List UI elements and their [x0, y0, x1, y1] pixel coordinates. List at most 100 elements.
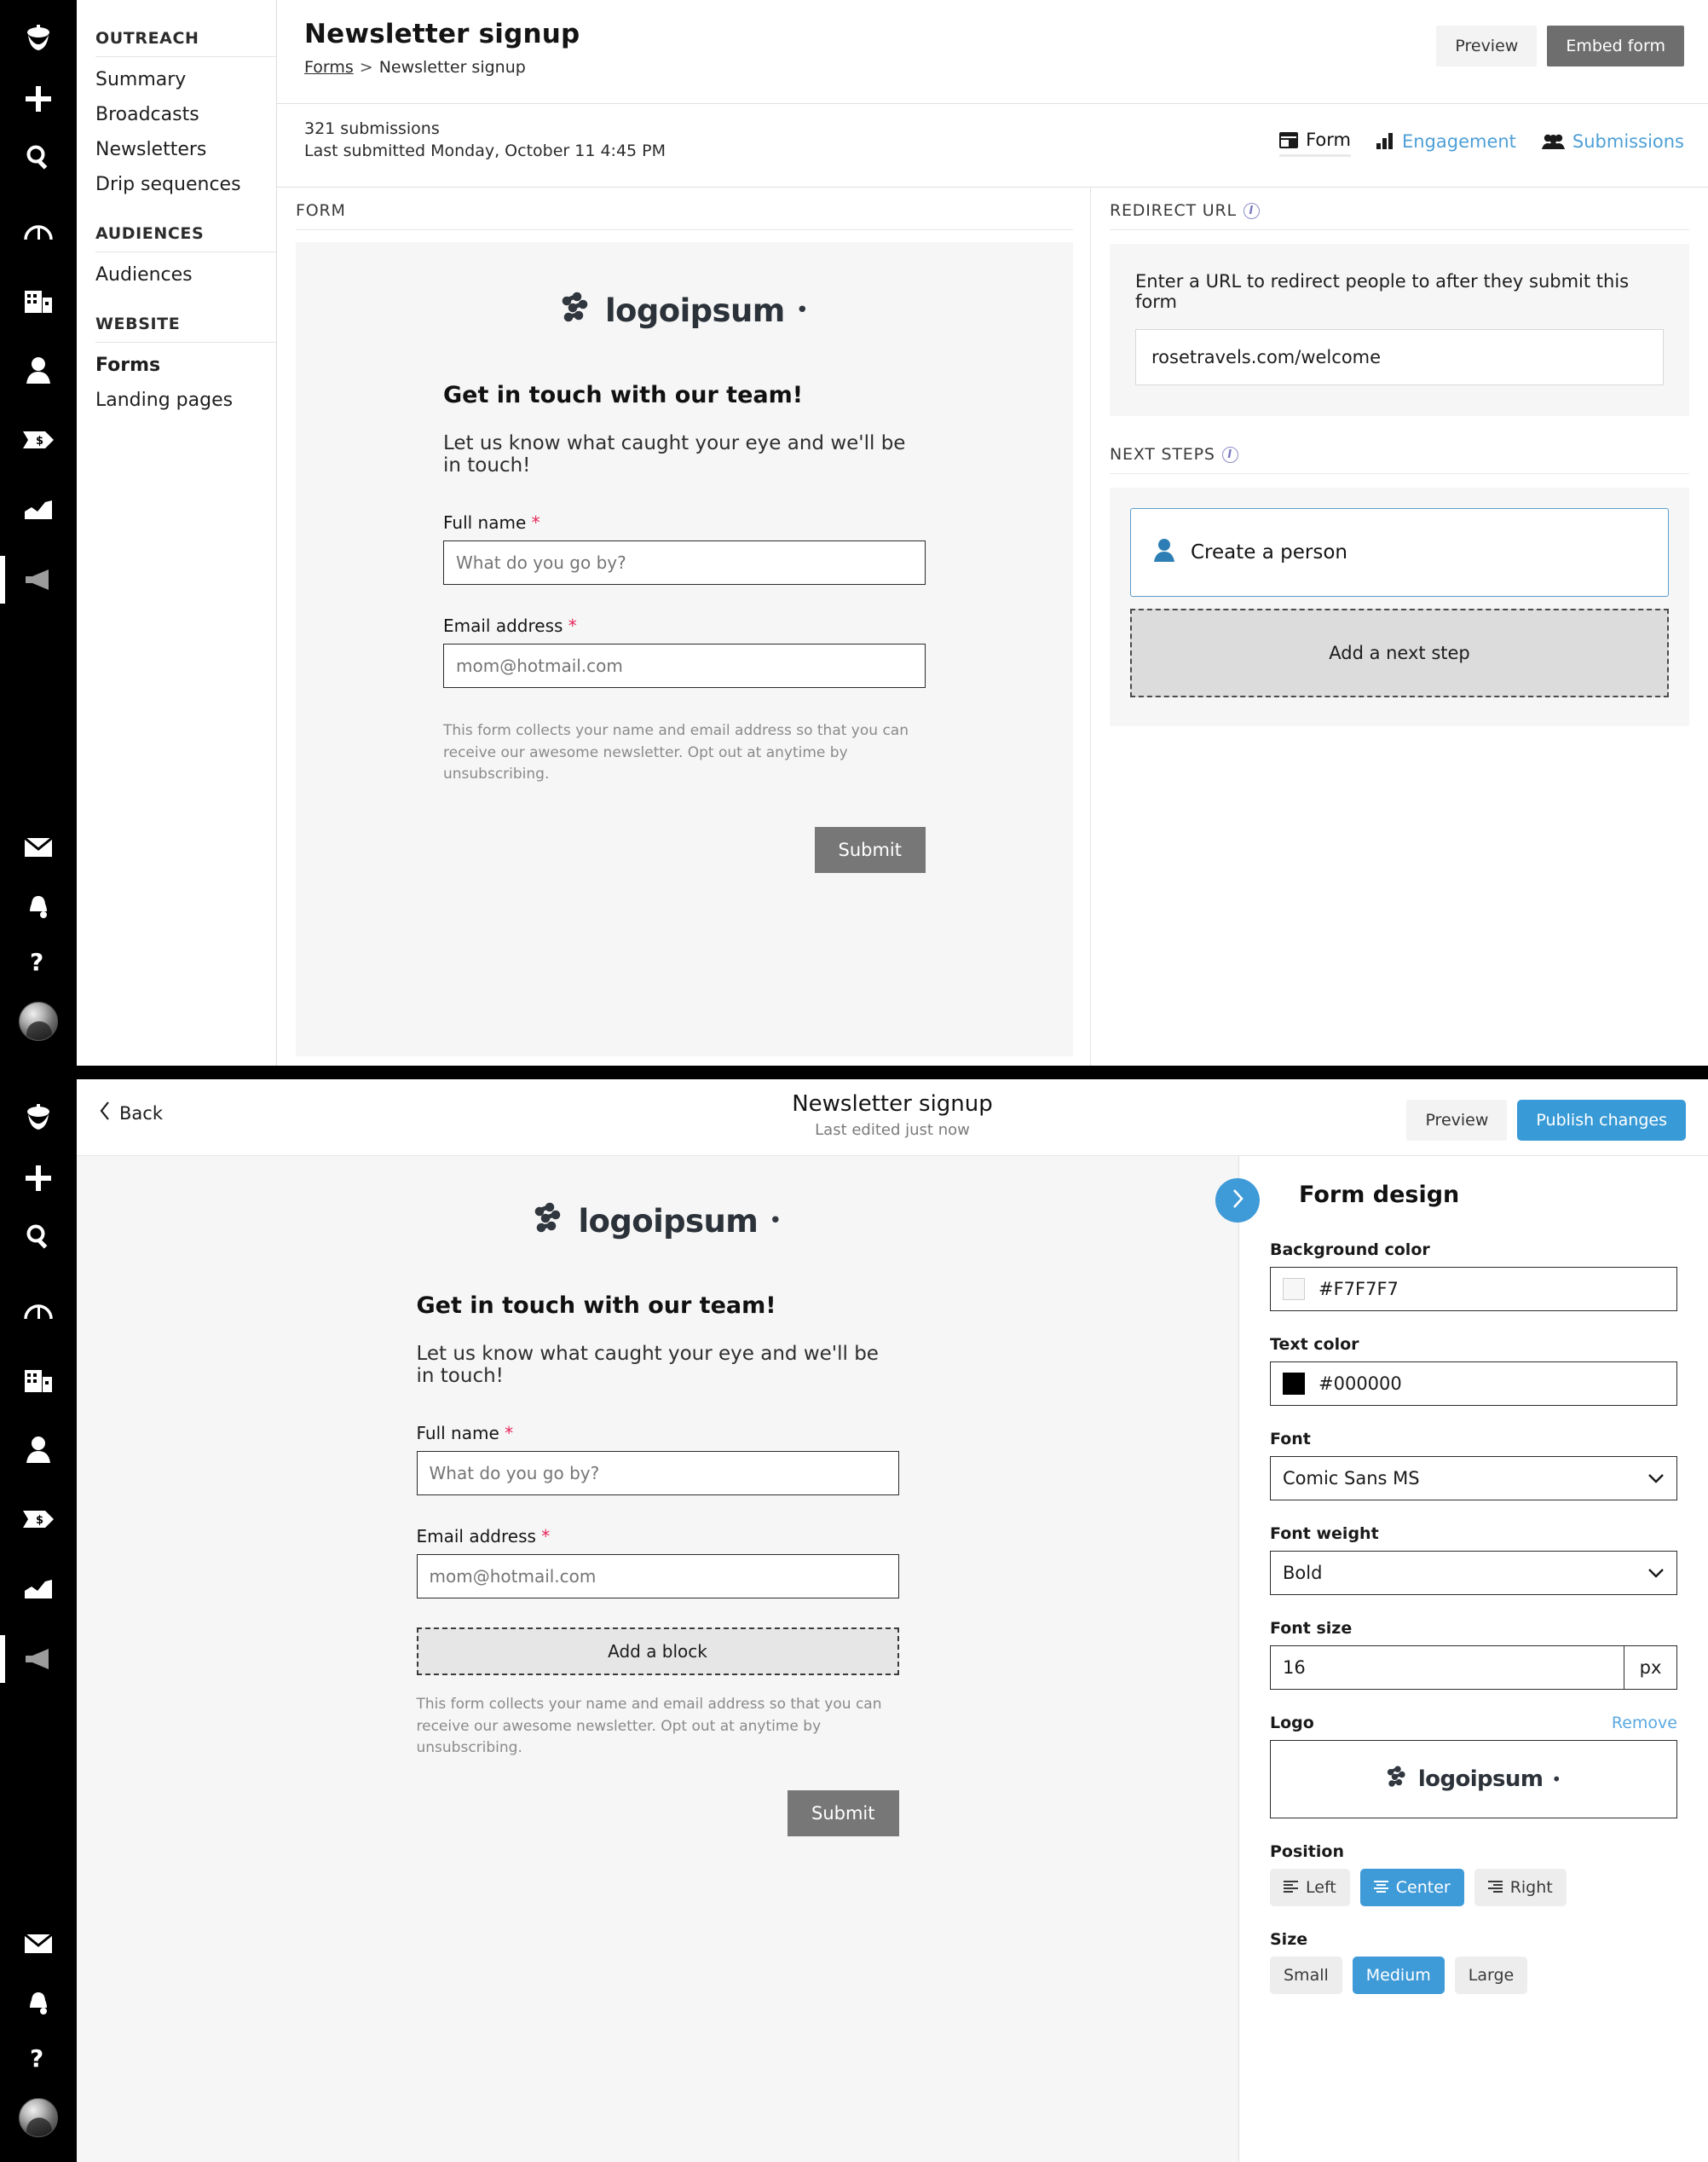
avatar[interactable]	[0, 2089, 77, 2147]
collapse-design-panel-button[interactable]	[1215, 1178, 1260, 1223]
svg-text:?: ?	[30, 2046, 43, 2072]
font-size-field[interactable]: 16 px	[1270, 1645, 1677, 1690]
tab-submissions[interactable]: Submissions	[1541, 131, 1684, 156]
size-large-button[interactable]: Large	[1454, 1957, 1528, 1994]
plus-icon[interactable]	[0, 70, 77, 128]
sidebar-item-summary[interactable]: Summary	[77, 62, 276, 97]
sidebar-item-drip-sequences[interactable]: Drip sequences	[77, 167, 276, 202]
sidebar-item-broadcasts[interactable]: Broadcasts	[77, 97, 276, 132]
logo-preview-box[interactable]: logoipsum •	[1270, 1740, 1677, 1818]
mail-icon[interactable]	[0, 818, 77, 876]
position-right-button[interactable]: Right	[1474, 1869, 1567, 1906]
search-icon[interactable]	[0, 128, 77, 186]
logo-trademark-dot: •	[1551, 1769, 1562, 1789]
editor-form-logo[interactable]: logoipsum •	[417, 1202, 899, 1240]
align-center-icon	[1373, 1878, 1388, 1897]
full-name-input[interactable]	[416, 1451, 899, 1495]
email-input[interactable]	[416, 1554, 899, 1598]
editor-preview-button[interactable]: Preview	[1406, 1100, 1508, 1141]
breadcrumb-current: Newsletter signup	[378, 58, 526, 77]
chart-icon[interactable]	[0, 481, 77, 539]
next-step-create-person[interactable]: Create a person	[1130, 508, 1669, 597]
submit-button[interactable]: Submit	[814, 826, 926, 873]
email-label: Email address *	[417, 1526, 899, 1546]
acorn-logo-icon[interactable]	[0, 1091, 77, 1149]
mail-icon[interactable]	[0, 1915, 77, 1973]
text-color-swatch[interactable]	[1283, 1373, 1305, 1395]
company-icon[interactable]	[0, 271, 77, 329]
font-size-value[interactable]: 16	[1271, 1646, 1624, 1689]
sidebar-item-newsletters[interactable]: Newsletters	[77, 132, 276, 167]
info-icon[interactable]: i	[1243, 202, 1260, 219]
background-color-field[interactable]: #F7F7F7	[1270, 1267, 1677, 1311]
tab-engagement[interactable]: Engagement	[1376, 131, 1516, 156]
size-small-button[interactable]: Small	[1270, 1957, 1342, 1994]
editor-form-heading[interactable]: Get in touch with our team!	[417, 1292, 899, 1319]
company-icon[interactable]	[0, 1350, 77, 1408]
breadcrumb-link-forms[interactable]: Forms	[304, 58, 354, 77]
tab-form[interactable]: Form	[1279, 130, 1351, 157]
add-next-step-button[interactable]: Add a next step	[1130, 609, 1669, 697]
sidebar-item-audiences[interactable]: Audiences	[77, 257, 276, 292]
redirect-url-input[interactable]	[1135, 329, 1664, 385]
editor-form-disclaimer[interactable]: This form collects your name and email a…	[417, 1694, 899, 1760]
bell-icon[interactable]	[0, 876, 77, 934]
email-input[interactable]	[443, 644, 926, 688]
redirect-url-label-text: REDIRECT URL	[1110, 201, 1237, 220]
person-icon[interactable]	[0, 1420, 77, 1478]
background-color-swatch[interactable]	[1283, 1278, 1305, 1300]
embed-form-button[interactable]: Embed form	[1547, 26, 1684, 66]
required-marker: *	[531, 512, 540, 533]
gauge-icon[interactable]	[0, 1280, 77, 1338]
font-select[interactable]: Comic Sans MS	[1270, 1456, 1677, 1500]
sidebar-item-landing-pages[interactable]: Landing pages	[77, 383, 276, 418]
size-medium-button[interactable]: Medium	[1352, 1957, 1445, 1994]
position-label: Position	[1270, 1842, 1344, 1861]
editor-form-subheading[interactable]: Let us know what caught your eye and we'…	[417, 1343, 899, 1387]
preview-button[interactable]: Preview	[1436, 26, 1538, 66]
chevron-down-icon	[1647, 1468, 1665, 1489]
full-name-label: Full name *	[443, 512, 926, 533]
help-icon[interactable]: ?	[0, 2031, 77, 2089]
divider	[95, 251, 276, 252]
font-size-row: Font size 16 px	[1270, 1619, 1677, 1690]
nav-section-website: WEBSITE	[95, 315, 181, 333]
deal-tag-icon[interactable]: $	[0, 411, 77, 469]
position-center-button[interactable]: Center	[1359, 1869, 1464, 1906]
editor-main: Back Newsletter signup Last edited just …	[77, 1079, 1708, 2162]
bell-icon[interactable]	[0, 1973, 77, 2031]
sidebar-item-forms[interactable]: Forms	[77, 348, 276, 383]
search-icon[interactable]	[0, 1207, 77, 1265]
font-weight-row: Font weight Bold	[1270, 1524, 1677, 1595]
view-tabs: Form Engagement Submissions	[1279, 130, 1684, 157]
font-weight-select[interactable]: Bold	[1270, 1551, 1677, 1595]
chart-icon[interactable]	[0, 1560, 77, 1618]
info-icon[interactable]: i	[1221, 446, 1238, 463]
form-preview-column: FORM logoipsum • Get in touch with our t…	[277, 188, 1091, 1066]
add-a-block-button[interactable]: Add a block	[416, 1627, 899, 1675]
app-rail-editor: $ ?	[0, 1079, 77, 2162]
form-design-panel: Form design Background color #F7F7F7 Tex…	[1215, 1156, 1708, 2162]
nav-section-audiences: AUDIENCES	[95, 224, 205, 243]
gauge-icon[interactable]	[0, 201, 77, 259]
position-left-button[interactable]: Left	[1270, 1869, 1350, 1906]
megaphone-icon[interactable]	[0, 551, 77, 609]
editor-form-logo-text: logoipsum	[578, 1202, 759, 1240]
megaphone-icon[interactable]	[0, 1630, 77, 1688]
avatar[interactable]	[0, 992, 77, 1050]
background-color-value: #F7F7F7	[1319, 1279, 1399, 1299]
redirect-url-section-label: REDIRECT URL i	[1110, 201, 1689, 230]
deal-tag-icon[interactable]: $	[0, 1490, 77, 1548]
publish-changes-button[interactable]: Publish changes	[1517, 1100, 1686, 1141]
acorn-logo-icon[interactable]	[0, 12, 77, 70]
person-icon[interactable]	[0, 341, 77, 399]
bar-chart-icon	[1376, 133, 1394, 149]
text-color-field[interactable]: #000000	[1270, 1361, 1677, 1406]
editor-submit-button[interactable]: Submit	[788, 1789, 899, 1836]
help-icon[interactable]: ?	[0, 934, 77, 992]
plus-icon[interactable]	[0, 1149, 77, 1207]
logoipsum-dots-icon	[560, 292, 594, 329]
remove-logo-link[interactable]: Remove	[1612, 1714, 1677, 1732]
form-logo-text: logoipsum	[604, 292, 785, 329]
full-name-input[interactable]	[443, 540, 926, 585]
